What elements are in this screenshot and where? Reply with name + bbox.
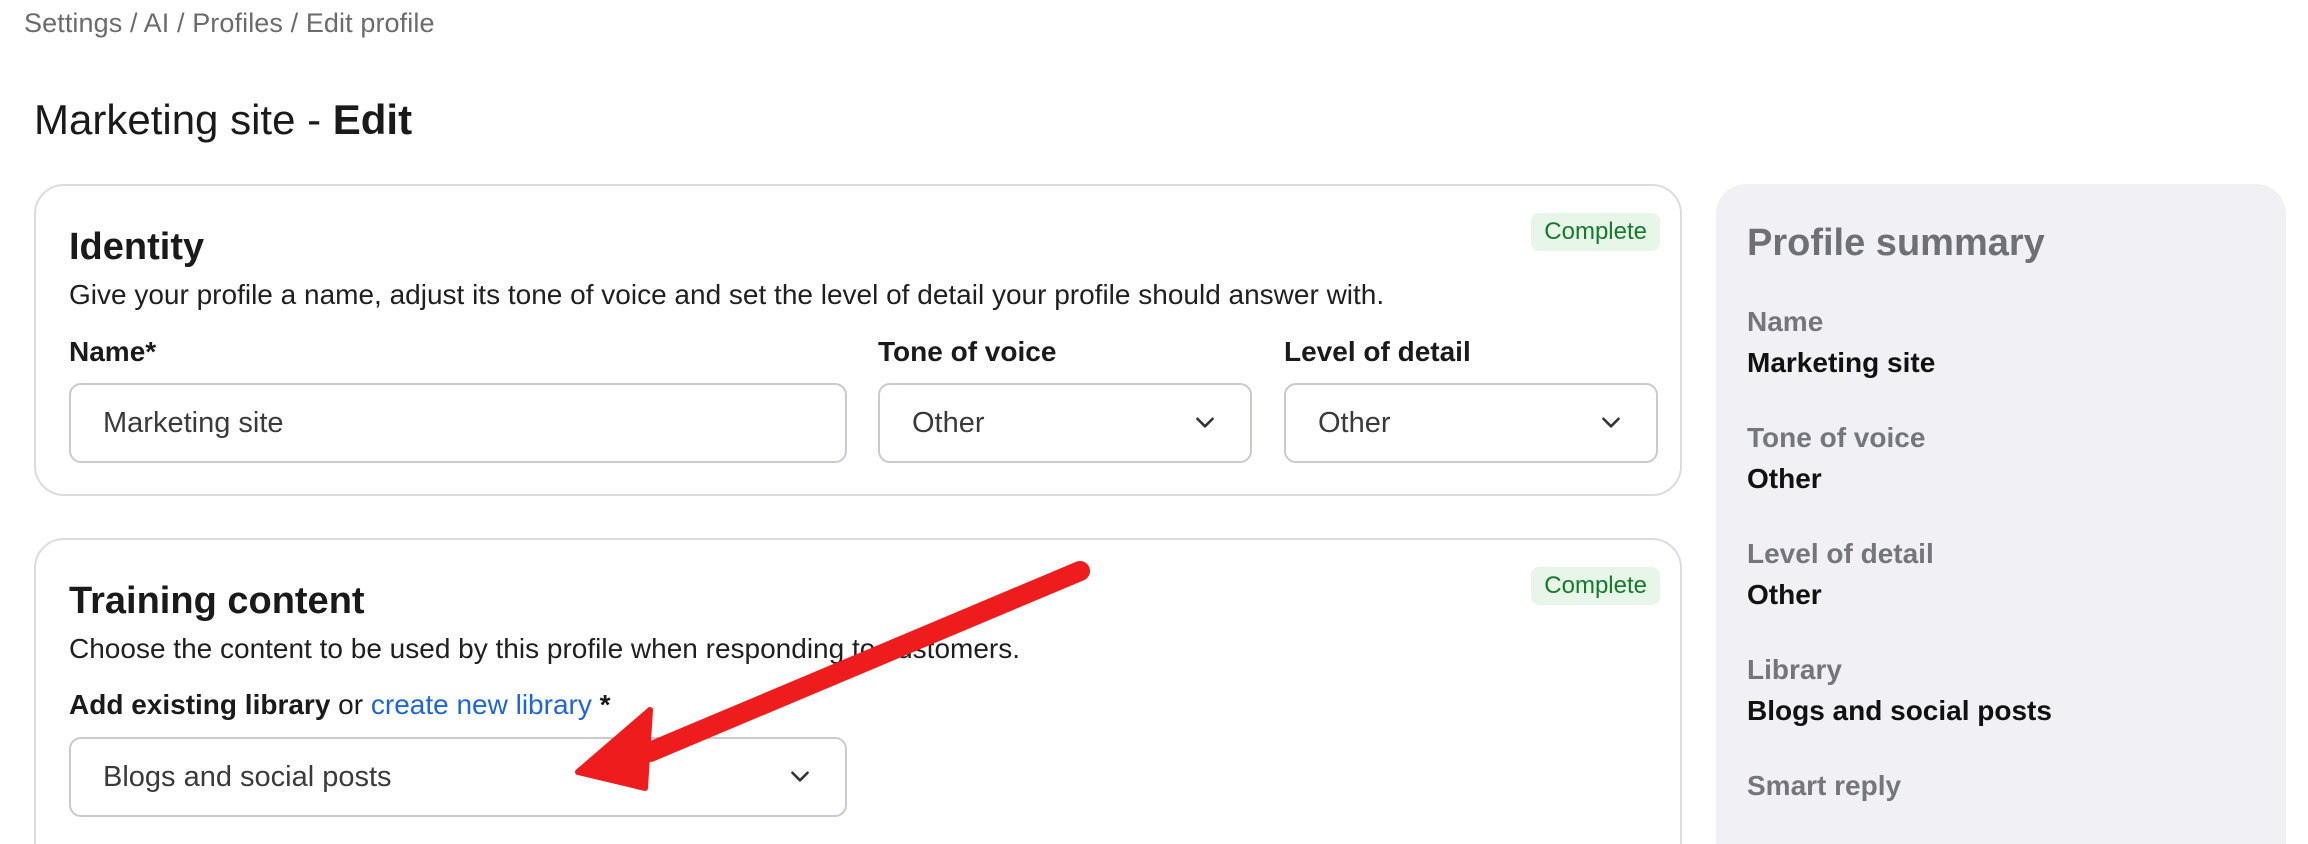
tone-label: Tone of voice [878,336,1057,367]
summary-tone-value: Other [1747,463,1822,494]
required-marker: * [145,336,157,367]
summary-title: Profile summary [1747,222,2045,264]
training-description: Choose the content to be used by this pr… [69,633,1021,664]
name-label: Name* [69,336,157,367]
page-title: Marketing site - Edit [34,96,412,144]
summary-tone-label: Tone of voice [1747,422,1926,453]
edit-profile-page: Settings / AI / Profiles / Edit profile … [0,0,2308,844]
chevron-down-icon [1602,417,1620,428]
summary-library-value: Blogs and social posts [1747,695,2052,726]
level-of-detail-select[interactable]: Other [1284,383,1658,463]
breadcrumb[interactable]: Settings / AI / Profiles / Edit profile [24,8,435,39]
summary-smart-reply-label: Smart reply [1747,770,1902,801]
summary-name-label: Name [1747,306,1824,337]
detail-label: Level of detail [1284,336,1471,367]
create-new-library-link[interactable]: create new library [371,689,592,720]
library-label: Add existing library or create new libra… [69,689,611,720]
library-select[interactable]: Blogs and social posts [69,737,847,817]
chevron-down-icon [1196,417,1214,428]
status-badge: Complete [1531,213,1660,251]
summary-detail-value: Other [1747,579,1822,610]
summary-detail-label: Level of detail [1747,538,1934,569]
identity-title: Identity [69,226,205,268]
profile-summary-panel: Profile summary Name Marketing site Tone… [1716,184,2286,844]
identity-description: Give your profile a name, adjust its ton… [69,279,1385,310]
status-badge: Complete [1531,567,1660,605]
detail-select-value: Other [1318,406,1391,439]
summary-name-value: Marketing site [1747,347,1936,378]
library-select-value: Blogs and social posts [103,760,392,793]
name-input-value: Marketing site [103,406,284,439]
tone-of-voice-select[interactable]: Other [878,383,1252,463]
training-content-card: Complete Training content Choose the con… [34,538,1682,844]
page-title-name: Marketing site - [34,96,333,143]
summary-library-label: Library [1747,654,1842,685]
tone-select-value: Other [912,406,985,439]
name-input[interactable]: Marketing site [69,383,847,463]
identity-card: Complete Identity Give your profile a na… [34,184,1682,496]
training-title: Training content [69,580,365,622]
required-marker: * [591,689,611,720]
chevron-down-icon [791,771,809,782]
page-title-action: Edit [332,96,413,143]
